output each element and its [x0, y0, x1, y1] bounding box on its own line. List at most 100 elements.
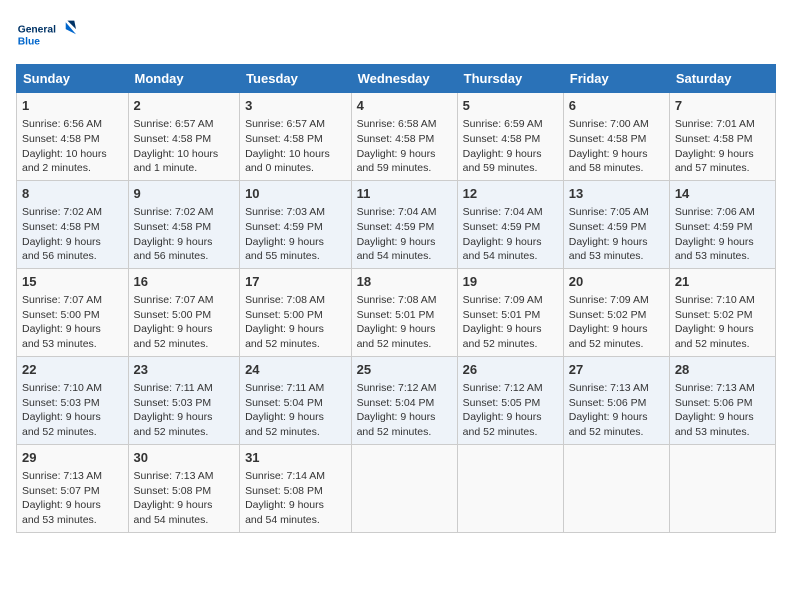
day-info-line: Sunrise: 6:56 AM — [22, 117, 123, 132]
day-info-line: and 54 minutes. — [134, 513, 235, 528]
day-info-line: Daylight: 9 hours — [245, 498, 346, 513]
day-info-line: Sunrise: 7:13 AM — [22, 469, 123, 484]
day-info-line: Daylight: 9 hours — [357, 410, 452, 425]
day-number: 11 — [357, 185, 452, 203]
day-info-line: and 54 minutes. — [463, 249, 558, 264]
day-number: 4 — [357, 97, 452, 115]
day-info-line: and 52 minutes. — [134, 337, 235, 352]
day-info-line: Sunset: 4:59 PM — [357, 220, 452, 235]
calendar-cell: 7Sunrise: 7:01 AMSunset: 4:58 PMDaylight… — [669, 93, 775, 181]
day-info-line: Sunrise: 7:04 AM — [463, 205, 558, 220]
day-info-line: Daylight: 9 hours — [22, 322, 123, 337]
day-number: 29 — [22, 449, 123, 467]
day-info-line: Daylight: 9 hours — [463, 147, 558, 162]
calendar-cell: 16Sunrise: 7:07 AMSunset: 5:00 PMDayligh… — [128, 268, 240, 356]
day-info-line: Sunrise: 7:10 AM — [22, 381, 123, 396]
day-info-line: and 0 minutes. — [245, 161, 346, 176]
day-number: 18 — [357, 273, 452, 291]
day-info-line: Sunset: 5:00 PM — [22, 308, 123, 323]
weekday-header-thursday: Thursday — [457, 65, 563, 93]
day-info-line: and 53 minutes. — [675, 249, 770, 264]
calendar-cell: 18Sunrise: 7:08 AMSunset: 5:01 PMDayligh… — [351, 268, 457, 356]
day-info-line: Daylight: 9 hours — [134, 322, 235, 337]
day-number: 22 — [22, 361, 123, 379]
day-number: 23 — [134, 361, 235, 379]
calendar-cell: 4Sunrise: 6:58 AMSunset: 4:58 PMDaylight… — [351, 93, 457, 181]
day-info-line: Daylight: 10 hours — [134, 147, 235, 162]
calendar-cell: 2Sunrise: 6:57 AMSunset: 4:58 PMDaylight… — [128, 93, 240, 181]
calendar-table: SundayMondayTuesdayWednesdayThursdayFrid… — [16, 64, 776, 533]
day-info-line: Daylight: 9 hours — [357, 322, 452, 337]
calendar-cell: 31Sunrise: 7:14 AMSunset: 5:08 PMDayligh… — [240, 444, 352, 532]
day-info-line: Sunrise: 7:09 AM — [463, 293, 558, 308]
calendar-cell: 9Sunrise: 7:02 AMSunset: 4:58 PMDaylight… — [128, 180, 240, 268]
day-info-line: and 52 minutes. — [463, 425, 558, 440]
day-number: 30 — [134, 449, 235, 467]
day-number: 10 — [245, 185, 346, 203]
day-info-line: and 58 minutes. — [569, 161, 664, 176]
calendar-cell: 24Sunrise: 7:11 AMSunset: 5:04 PMDayligh… — [240, 356, 352, 444]
day-info-line: Sunset: 4:58 PM — [134, 132, 235, 147]
calendar-cell: 22Sunrise: 7:10 AMSunset: 5:03 PMDayligh… — [17, 356, 129, 444]
day-info-line: and 52 minutes. — [357, 425, 452, 440]
day-info-line: Daylight: 9 hours — [22, 235, 123, 250]
day-info-line: and 52 minutes. — [22, 425, 123, 440]
day-number: 31 — [245, 449, 346, 467]
day-info-line: Sunrise: 7:04 AM — [357, 205, 452, 220]
day-info-line: Sunset: 5:04 PM — [357, 396, 452, 411]
day-info-line: Sunrise: 7:08 AM — [245, 293, 346, 308]
day-info-line: and 52 minutes. — [245, 425, 346, 440]
calendar-cell: 23Sunrise: 7:11 AMSunset: 5:03 PMDayligh… — [128, 356, 240, 444]
day-number: 12 — [463, 185, 558, 203]
header: General Blue — [16, 16, 776, 56]
day-info-line: and 1 minute. — [134, 161, 235, 176]
day-number: 5 — [463, 97, 558, 115]
calendar-cell: 30Sunrise: 7:13 AMSunset: 5:08 PMDayligh… — [128, 444, 240, 532]
day-info-line: Sunrise: 7:05 AM — [569, 205, 664, 220]
calendar-cell: 19Sunrise: 7:09 AMSunset: 5:01 PMDayligh… — [457, 268, 563, 356]
day-number: 21 — [675, 273, 770, 291]
calendar-cell: 29Sunrise: 7:13 AMSunset: 5:07 PMDayligh… — [17, 444, 129, 532]
day-number: 2 — [134, 97, 235, 115]
day-info-line: Sunrise: 7:08 AM — [357, 293, 452, 308]
day-number: 19 — [463, 273, 558, 291]
day-info-line: and 55 minutes. — [245, 249, 346, 264]
day-info-line: Daylight: 9 hours — [22, 410, 123, 425]
day-info-line: Sunset: 5:02 PM — [569, 308, 664, 323]
calendar-cell: 13Sunrise: 7:05 AMSunset: 4:59 PMDayligh… — [563, 180, 669, 268]
day-info-line: Sunrise: 7:11 AM — [134, 381, 235, 396]
day-info-line: Sunrise: 7:07 AM — [22, 293, 123, 308]
day-info-line: Daylight: 9 hours — [675, 147, 770, 162]
day-number: 3 — [245, 97, 346, 115]
day-info-line: Sunset: 4:59 PM — [569, 220, 664, 235]
weekday-header-row: SundayMondayTuesdayWednesdayThursdayFrid… — [17, 65, 776, 93]
calendar-cell: 12Sunrise: 7:04 AMSunset: 4:59 PMDayligh… — [457, 180, 563, 268]
day-info-line: Sunrise: 6:58 AM — [357, 117, 452, 132]
day-info-line: and 53 minutes. — [22, 513, 123, 528]
day-info-line: Sunset: 5:08 PM — [245, 484, 346, 499]
day-number: 28 — [675, 361, 770, 379]
day-info-line: Daylight: 9 hours — [569, 322, 664, 337]
day-number: 13 — [569, 185, 664, 203]
calendar-cell: 8Sunrise: 7:02 AMSunset: 4:58 PMDaylight… — [17, 180, 129, 268]
day-info-line: Daylight: 9 hours — [134, 498, 235, 513]
day-info-line: Sunset: 5:00 PM — [134, 308, 235, 323]
day-number: 16 — [134, 273, 235, 291]
logo-svg: General Blue — [16, 16, 76, 56]
day-info-line: Sunrise: 7:12 AM — [463, 381, 558, 396]
day-info-line: Sunrise: 7:10 AM — [675, 293, 770, 308]
day-info-line: Sunset: 5:04 PM — [245, 396, 346, 411]
day-info-line: Sunset: 4:58 PM — [22, 132, 123, 147]
day-info-line: Daylight: 9 hours — [134, 235, 235, 250]
day-info-line: and 59 minutes. — [463, 161, 558, 176]
day-info-line: Sunset: 5:07 PM — [22, 484, 123, 499]
week-row-2: 8Sunrise: 7:02 AMSunset: 4:58 PMDaylight… — [17, 180, 776, 268]
day-number: 27 — [569, 361, 664, 379]
week-row-1: 1Sunrise: 6:56 AMSunset: 4:58 PMDaylight… — [17, 93, 776, 181]
day-info-line: Daylight: 9 hours — [245, 410, 346, 425]
day-info-line: Sunset: 4:58 PM — [357, 132, 452, 147]
day-info-line: Daylight: 9 hours — [675, 322, 770, 337]
day-info-line: Daylight: 9 hours — [463, 235, 558, 250]
calendar-cell: 15Sunrise: 7:07 AMSunset: 5:00 PMDayligh… — [17, 268, 129, 356]
day-info-line: Daylight: 9 hours — [569, 410, 664, 425]
